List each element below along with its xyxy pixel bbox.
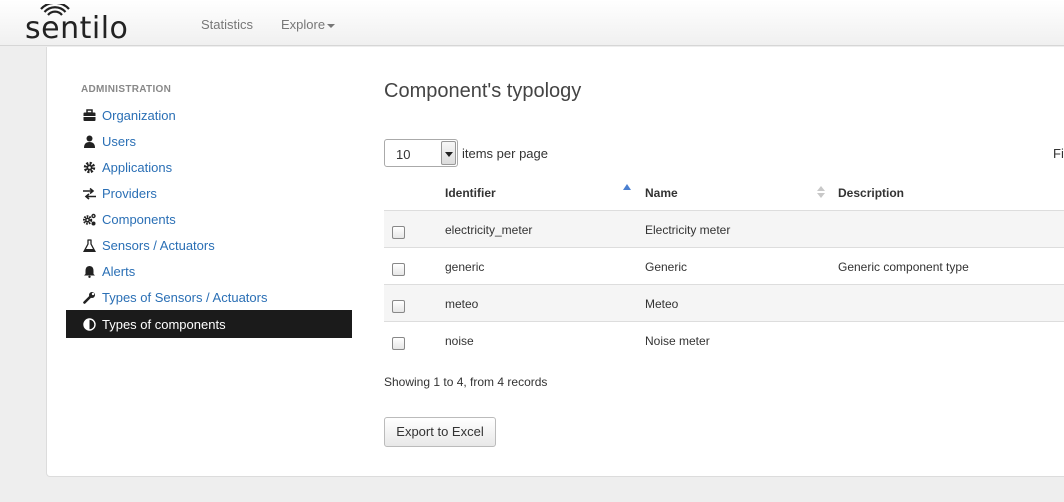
sidebar-item-label: Applications xyxy=(102,160,173,175)
top-navbar: sentilo Statistics Explore xyxy=(0,0,1064,46)
sidebar-item-label: Organization xyxy=(102,108,176,123)
sidebar-header: ADMINISTRATION xyxy=(81,84,172,95)
cell-name: Meteo xyxy=(645,297,679,311)
export-to-excel-button[interactable]: Export to Excel xyxy=(384,417,496,447)
caret-down-icon xyxy=(327,23,336,28)
row-checkbox[interactable] xyxy=(392,263,405,276)
sidebar-item-label: Users xyxy=(102,134,136,149)
sidebar-item-types-of-sensors[interactable]: Types of Sensors / Actuators xyxy=(66,285,352,311)
column-header-name[interactable]: Name xyxy=(645,186,678,200)
user-icon xyxy=(84,135,95,148)
column-header-description[interactable]: Description xyxy=(838,186,904,200)
sidebar-item-organization[interactable]: Organization xyxy=(66,103,352,129)
nav-explore-dropdown[interactable]: Explore xyxy=(281,17,336,32)
column-header-identifier[interactable]: Identifier xyxy=(445,186,496,200)
chevron-down-icon[interactable] xyxy=(441,141,456,165)
cell-identifier: meteo xyxy=(445,297,479,311)
table-row[interactable]: noise Noise meter xyxy=(384,321,1064,358)
filter-label: Fi xyxy=(1053,146,1064,161)
row-checkbox[interactable] xyxy=(392,226,405,239)
cell-name: Electricity meter xyxy=(645,223,731,237)
sidebar-item-alerts[interactable]: Alerts xyxy=(66,259,352,285)
svg-text:sentilo: sentilo xyxy=(25,11,128,42)
cell-name: Noise meter xyxy=(645,334,710,348)
sidebar-item-label: Sensors / Actuators xyxy=(102,238,215,253)
row-checkbox[interactable] xyxy=(392,300,405,313)
half-circle-icon xyxy=(83,318,96,331)
cell-description: Generic component type xyxy=(838,260,969,274)
row-checkbox[interactable] xyxy=(392,337,405,350)
nav-explore-label: Explore xyxy=(281,17,326,32)
sort-unsorted-icon[interactable] xyxy=(817,186,825,198)
sidebar-item-label: Types of components xyxy=(102,317,226,332)
sidebar-item-label: Alerts xyxy=(102,264,136,279)
gear-icon xyxy=(83,161,96,174)
bell-icon xyxy=(84,266,95,278)
sidebar-item-label: Components xyxy=(102,212,176,227)
briefcase-icon xyxy=(83,109,96,121)
table-row[interactable]: meteo Meteo xyxy=(384,284,1064,321)
items-per-page-value: 10 xyxy=(396,147,411,162)
table-row[interactable]: electricity_meter Electricity meter xyxy=(384,210,1064,247)
nav-statistics-link[interactable]: Statistics xyxy=(201,17,253,32)
items-per-page-select[interactable]: 10 xyxy=(384,139,458,167)
flask-icon xyxy=(83,239,96,252)
records-info: Showing 1 to 4, from 4 records xyxy=(384,375,548,389)
sidebar-item-sensors-actuators[interactable]: Sensors / Actuators xyxy=(66,233,352,259)
page-title: Component's typology xyxy=(384,80,582,102)
sidebar-item-types-of-components[interactable]: Types of components xyxy=(66,310,352,338)
table-row[interactable]: generic Generic Generic component type xyxy=(384,247,1064,284)
sort-ascending-icon[interactable] xyxy=(623,184,631,190)
cell-identifier: noise xyxy=(445,334,474,348)
cell-identifier: electricity_meter xyxy=(445,223,533,237)
sidebar-item-users[interactable]: Users xyxy=(66,129,352,155)
sidebar-item-label: Providers xyxy=(102,186,157,201)
sidebar-item-providers[interactable]: Providers xyxy=(66,181,352,207)
sidebar-item-components[interactable]: Components xyxy=(66,207,352,233)
sentilo-logo[interactable]: sentilo xyxy=(24,4,160,42)
items-per-page-label: items per page xyxy=(462,146,548,161)
wrench-icon xyxy=(83,292,95,304)
cogs-icon xyxy=(83,213,96,226)
sidebar-item-label: Types of Sensors / Actuators xyxy=(102,290,268,305)
sidebar-item-applications[interactable]: Applications xyxy=(66,155,352,181)
cell-identifier: generic xyxy=(445,260,485,274)
exchange-icon xyxy=(83,187,96,200)
cell-name: Generic xyxy=(645,260,688,274)
